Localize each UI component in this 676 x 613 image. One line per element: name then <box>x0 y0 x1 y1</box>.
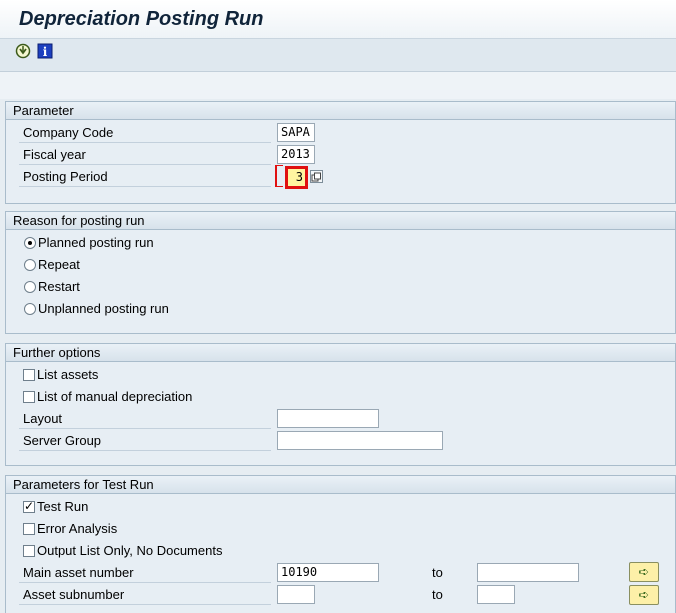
arrow-right-icon: ➪ <box>638 564 650 579</box>
asset-subnumber-multiple-selection-button[interactable]: ➪ <box>629 585 659 605</box>
output-list-checkbox[interactable] <box>23 545 35 557</box>
company-code-input[interactable]: SAPA <box>277 123 315 142</box>
output-list-label: Output List Only, No Documents <box>37 543 223 558</box>
manual-depreciation-label: List of manual depreciation <box>37 389 193 404</box>
server-group-label: Server Group <box>19 431 271 451</box>
server-group-input[interactable] <box>277 431 443 450</box>
posting-period-label: Posting Period <box>19 167 271 187</box>
manual-depreciation-checkbox[interactable] <box>23 391 35 403</box>
radio-planned[interactable] <box>24 237 36 249</box>
application-toolbar <box>0 39 676 72</box>
matchcode-icon[interactable] <box>310 170 323 183</box>
reason-group-header: Reason for posting run <box>6 212 675 230</box>
main-asset-to-input[interactable] <box>477 563 579 582</box>
required-marker <box>275 165 283 187</box>
main-asset-multiple-selection-button[interactable]: ➪ <box>629 562 659 582</box>
list-assets-checkbox[interactable] <box>23 369 35 381</box>
main-asset-to-label: to <box>432 565 443 580</box>
asset-subnumber-to-input[interactable] <box>477 585 515 604</box>
radio-repeat-label: Repeat <box>38 257 80 272</box>
asset-subnumber-label: Asset subnumber <box>19 585 271 605</box>
layout-label: Layout <box>19 409 271 429</box>
fiscal-year-input[interactable]: 2013 <box>277 145 315 164</box>
list-assets-label: List assets <box>37 367 99 382</box>
error-analysis-label: Error Analysis <box>37 521 118 536</box>
arrow-right-icon: ➪ <box>638 587 650 602</box>
radio-restart-label: Restart <box>38 279 80 294</box>
info-glyph: i <box>43 45 48 59</box>
page-title: Depreciation Posting Run <box>19 8 264 30</box>
toolbar-spacer <box>0 72 676 99</box>
test-run-checkbox[interactable] <box>23 499 35 513</box>
execute-icon[interactable] <box>15 43 31 59</box>
info-icon[interactable]: i <box>37 43 53 59</box>
error-analysis-checkbox[interactable] <box>23 523 35 535</box>
company-code-label: Company Code <box>19 123 271 143</box>
radio-unplanned-label: Unplanned posting run <box>38 301 169 316</box>
test-run-label: Test Run <box>37 499 89 514</box>
fiscal-year-label: Fiscal year <box>19 145 271 165</box>
radio-restart[interactable] <box>24 281 36 293</box>
asset-subnumber-from-input[interactable] <box>277 585 315 604</box>
main-asset-from-input[interactable]: 10190 <box>277 563 379 582</box>
main-asset-label: Main asset number <box>19 563 271 583</box>
further-options-header: Further options <box>6 344 675 362</box>
radio-unplanned[interactable] <box>24 303 36 315</box>
asset-subnumber-to-label: to <box>432 587 443 602</box>
test-run-header: Parameters for Test Run <box>6 476 675 494</box>
parameter-group-header: Parameter <box>6 102 675 120</box>
posting-period-input[interactable]: 3 <box>285 166 308 189</box>
radio-planned-label: Planned posting run <box>38 235 154 250</box>
layout-input[interactable] <box>277 409 379 428</box>
radio-repeat[interactable] <box>24 259 36 271</box>
